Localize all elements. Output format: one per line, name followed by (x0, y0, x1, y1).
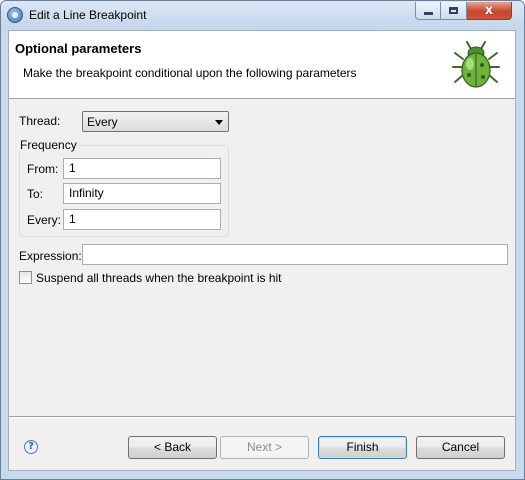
page-description: Make the breakpoint conditional upon the… (23, 66, 357, 80)
dialog-content: Optional parameters Make the breakpoint … (8, 30, 516, 471)
back-button[interactable]: < Back (128, 436, 217, 459)
every-label: Every: (27, 213, 62, 227)
minimize-icon (423, 12, 433, 15)
eclipse-app-icon (7, 7, 23, 23)
thread-label: Thread: (19, 114, 61, 128)
cancel-button[interactable]: Cancel (416, 436, 505, 459)
maximize-button[interactable] (441, 2, 467, 20)
title-bar[interactable]: Edit a Line Breakpoint x (1, 1, 524, 29)
suspend-threads-label[interactable]: Suspend all threads when the breakpoint … (36, 271, 282, 285)
wizard-header: Optional parameters Make the breakpoint … (9, 31, 515, 99)
expression-input[interactable] (82, 244, 508, 265)
suspend-threads-checkbox[interactable] (19, 271, 32, 284)
to-label: To: (27, 187, 44, 201)
thread-select-value: Every (87, 115, 118, 129)
window-title: Edit a Line Breakpoint (29, 8, 147, 22)
to-input[interactable]: Infinity (63, 183, 221, 204)
dropdown-arrow-icon (215, 120, 223, 125)
bug-icon (452, 41, 500, 88)
dialog-window: Edit a Line Breakpoint x Optional parame… (0, 0, 525, 480)
minimize-button[interactable] (415, 2, 441, 20)
help-icon[interactable]: ? (24, 440, 38, 454)
from-input[interactable]: 1 (63, 158, 221, 179)
finish-button[interactable]: Finish (318, 436, 407, 459)
page-title: Optional parameters (15, 41, 142, 56)
close-button[interactable]: x (467, 2, 512, 20)
close-icon: x (484, 3, 494, 18)
every-input[interactable]: 1 (63, 209, 221, 230)
from-label: From: (27, 162, 59, 176)
next-button[interactable]: Next > (220, 436, 309, 459)
frequency-group-label: Frequency (18, 138, 79, 152)
footer-separator (9, 416, 515, 418)
expression-label: Expression: (19, 249, 82, 263)
maximize-icon (449, 7, 458, 14)
thread-select[interactable]: Every (82, 111, 229, 132)
